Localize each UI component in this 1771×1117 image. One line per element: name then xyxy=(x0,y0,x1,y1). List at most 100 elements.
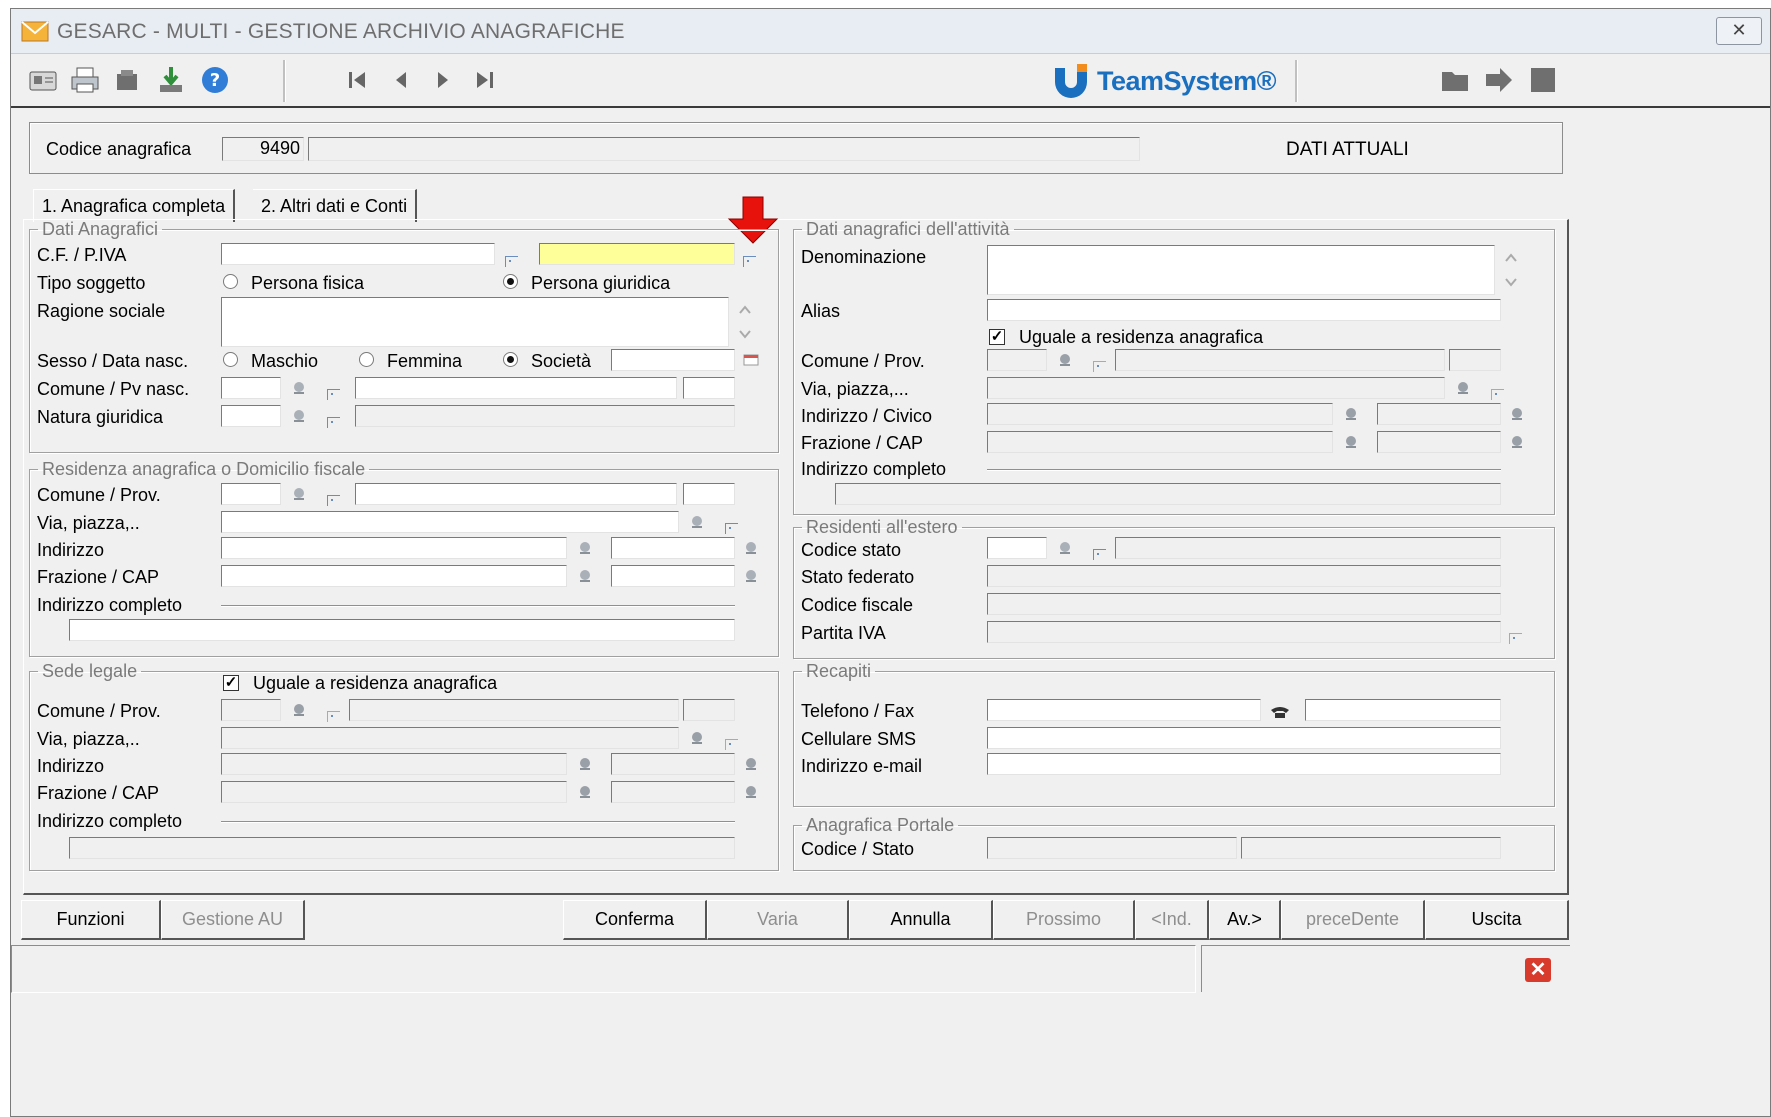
codice-anagrafica-field[interactable]: 9490 xyxy=(222,137,304,161)
provincia-nascita-input[interactable] xyxy=(683,377,735,399)
previous-icon[interactable] xyxy=(385,64,417,96)
help-icon[interactable]: ? xyxy=(199,64,231,96)
descrizione-field[interactable] xyxy=(308,137,1140,161)
comune-nascita-input[interactable] xyxy=(355,377,677,399)
search-icon[interactable] xyxy=(1057,541,1073,555)
conferma-button[interactable]: Conferma xyxy=(563,900,707,940)
femmina-radio[interactable] xyxy=(359,352,374,367)
fax-input[interactable] xyxy=(1305,699,1501,721)
funzioni-button[interactable]: Funzioni xyxy=(21,900,161,940)
sede-via-label: Via, piazza,.. xyxy=(37,729,140,749)
search-icon[interactable] xyxy=(577,541,593,555)
card-icon[interactable] xyxy=(27,64,59,96)
lookup-icon[interactable] xyxy=(1093,549,1106,560)
print-icon[interactable] xyxy=(69,64,101,96)
search-icon[interactable] xyxy=(291,487,307,501)
denominazione-input[interactable] xyxy=(987,245,1495,295)
av-button[interactable]: Av.> xyxy=(1209,900,1281,940)
persona-giuridica-radio[interactable] xyxy=(503,274,518,289)
status-bar-left xyxy=(11,945,1196,993)
search-icon[interactable] xyxy=(577,569,593,583)
tab-anagrafica-completa[interactable]: 1. Anagrafica completa xyxy=(33,189,236,222)
societa-radio[interactable] xyxy=(503,352,518,367)
persona-fisica-radio[interactable] xyxy=(223,274,238,289)
residenza-provincia-input[interactable] xyxy=(683,483,735,505)
portale-codice-input xyxy=(987,837,1237,859)
last-record-icon[interactable] xyxy=(469,64,501,96)
lookup-icon[interactable] xyxy=(327,495,340,506)
comune-nascita-code-input[interactable] xyxy=(221,377,281,399)
email-input[interactable] xyxy=(987,753,1501,775)
lookup-icon[interactable] xyxy=(743,256,756,267)
close-icon[interactable]: ✕ xyxy=(1525,958,1551,982)
residenza-via-input[interactable] xyxy=(221,511,679,533)
group-legend: Sede legale xyxy=(42,661,138,681)
residenza-completo-input[interactable] xyxy=(69,619,735,641)
tab-altri-dati-conti[interactable]: 2. Altri dati e Conti xyxy=(253,189,418,222)
ragione-sociale-input[interactable] xyxy=(221,297,729,347)
next-icon[interactable] xyxy=(427,64,459,96)
lookup-icon xyxy=(1093,361,1106,372)
search-icon[interactable] xyxy=(291,381,307,395)
residenza-civico-input[interactable] xyxy=(611,537,735,559)
annulla-button[interactable]: Annulla xyxy=(849,900,993,940)
gestione-au-button[interactable]: Gestione AU xyxy=(161,900,305,940)
search-icon[interactable] xyxy=(689,515,705,529)
search-icon xyxy=(1346,436,1356,448)
ind-button[interactable]: <Ind. xyxy=(1135,900,1209,940)
attivita-uguale-checkbox[interactable]: ✓ xyxy=(989,329,1005,345)
scroll-up-icon[interactable] xyxy=(1503,251,1519,265)
data-nascita-input[interactable] xyxy=(611,349,735,371)
lookup-icon[interactable] xyxy=(327,417,340,428)
residenza-cap-input[interactable] xyxy=(611,565,735,587)
maschio-radio[interactable] xyxy=(223,352,238,367)
alias-input[interactable] xyxy=(987,299,1501,321)
search-icon[interactable] xyxy=(743,569,759,583)
residenza-indirizzo-input[interactable] xyxy=(221,537,567,559)
codice-stato-input[interactable] xyxy=(987,537,1047,559)
prossimo-button[interactable]: Prossimo xyxy=(993,900,1135,940)
residenza-comune-code-input[interactable] xyxy=(221,483,281,505)
precedente-button[interactable]: preceDente xyxy=(1281,900,1425,940)
varia-button[interactable]: Varia xyxy=(707,900,849,940)
search-icon xyxy=(1512,408,1522,420)
codice-fiscale-input[interactable] xyxy=(221,243,495,265)
residenza-frazione-input[interactable] xyxy=(221,565,567,587)
header-panel: Codice anagrafica 9490 DATI ATTUALI xyxy=(29,122,1563,174)
lookup-icon[interactable] xyxy=(725,523,738,534)
window-title: GESARC - MULTI - GESTIONE ARCHIVIO ANAGR… xyxy=(57,20,625,43)
scroll-up-icon[interactable] xyxy=(737,303,753,317)
scroll-down-icon[interactable] xyxy=(1503,275,1519,289)
residenza-comune-label: Comune / Prov. xyxy=(37,485,161,505)
residenza-indirizzo-label: Indirizzo xyxy=(37,540,105,560)
cellulare-input[interactable] xyxy=(987,727,1501,749)
folder-icon[interactable] xyxy=(1439,64,1471,96)
arrow-right-icon[interactable] xyxy=(1483,64,1515,96)
search-icon[interactable] xyxy=(291,409,307,423)
phone-icon[interactable] xyxy=(1269,705,1291,719)
attivita-indirizzo-label: Indirizzo / Civico xyxy=(801,406,933,426)
document-icon[interactable] xyxy=(1527,64,1559,96)
lookup-icon xyxy=(1491,389,1504,400)
alias-label: Alias xyxy=(801,301,841,321)
stamp-icon[interactable] xyxy=(111,64,143,96)
close-icon[interactable]: ✕ xyxy=(1716,17,1762,45)
maschio-label: Maschio xyxy=(251,351,319,371)
uscita-button[interactable]: Uscita xyxy=(1425,900,1569,940)
search-icon[interactable] xyxy=(743,541,759,555)
natura-giuridica-code-input[interactable] xyxy=(221,405,281,427)
partita-iva-input[interactable] xyxy=(539,243,735,265)
sede-uguale-checkbox[interactable]: ✓ xyxy=(223,675,239,691)
scroll-down-icon[interactable] xyxy=(737,327,753,341)
lookup-icon[interactable] xyxy=(327,389,340,400)
stato-federato-input xyxy=(987,565,1501,587)
residenza-comune-input[interactable] xyxy=(355,483,677,505)
calendar-icon[interactable] xyxy=(743,353,759,367)
telefono-input[interactable] xyxy=(987,699,1261,721)
lookup-icon[interactable] xyxy=(505,256,518,267)
residenza-via-label: Via, piazza,.. xyxy=(37,513,140,533)
download-icon[interactable] xyxy=(155,64,187,96)
status-bar-right xyxy=(1201,945,1570,992)
search-icon xyxy=(1512,436,1522,448)
first-record-icon[interactable] xyxy=(341,64,373,96)
